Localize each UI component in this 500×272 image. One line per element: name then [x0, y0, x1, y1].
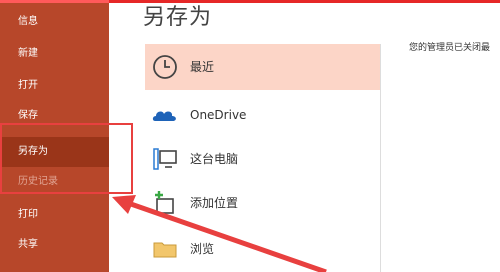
sidebar-item-label: 新建 [18, 48, 38, 59]
sidebar-item-save-as[interactable]: 另存为 [0, 137, 109, 167]
sidebar-item-info[interactable]: 信息 [0, 7, 109, 37]
sidebar-item-label: 共享 [18, 239, 38, 250]
sidebar-top-border [0, 0, 109, 3]
cloud-icon [151, 101, 179, 129]
sidebar-item-open[interactable]: 打开 [0, 71, 109, 101]
location-label: OneDrive [190, 108, 247, 122]
location-label: 最近 [190, 60, 215, 74]
sidebar-item-new[interactable]: 新建 [0, 39, 109, 69]
location-label: 这台电脑 [190, 152, 239, 166]
add-location-icon [151, 189, 179, 217]
backstage-sidebar: 信息 新建 打开 保存 另存为 历史记录 打印 共享 [0, 0, 109, 272]
clock-icon [151, 53, 179, 81]
sidebar-item-label: 打印 [18, 209, 38, 220]
admin-notice: 您的管理员已关闭最 [409, 43, 491, 53]
page-title: 另存为 [143, 5, 213, 30]
sidebar-item-print[interactable]: 打印 [0, 200, 109, 230]
sidebar-item-history[interactable]: 历史记录 [0, 167, 109, 197]
sidebar-item-label: 保存 [18, 110, 38, 121]
computer-icon [151, 145, 179, 173]
pane-divider [380, 44, 381, 272]
location-add-place[interactable]: 添加位置 [145, 180, 381, 226]
location-label: 添加位置 [190, 196, 239, 210]
sidebar-item-save[interactable]: 保存 [0, 107, 109, 125]
sidebar-item-label: 历史记录 [18, 176, 58, 187]
sidebar-item-share[interactable]: 共享 [0, 230, 109, 260]
sidebar-item-label: 信息 [18, 16, 38, 27]
sidebar-item-label: 打开 [18, 80, 38, 91]
sidebar-item-label: 另存为 [18, 146, 48, 157]
location-browse[interactable]: 浏览 [145, 226, 381, 272]
folder-icon [151, 235, 179, 263]
location-onedrive[interactable]: OneDrive [145, 92, 381, 138]
location-recent[interactable]: 最近 [145, 44, 381, 90]
location-label: 浏览 [190, 242, 215, 256]
location-this-pc[interactable]: 这台电脑 [145, 136, 381, 182]
